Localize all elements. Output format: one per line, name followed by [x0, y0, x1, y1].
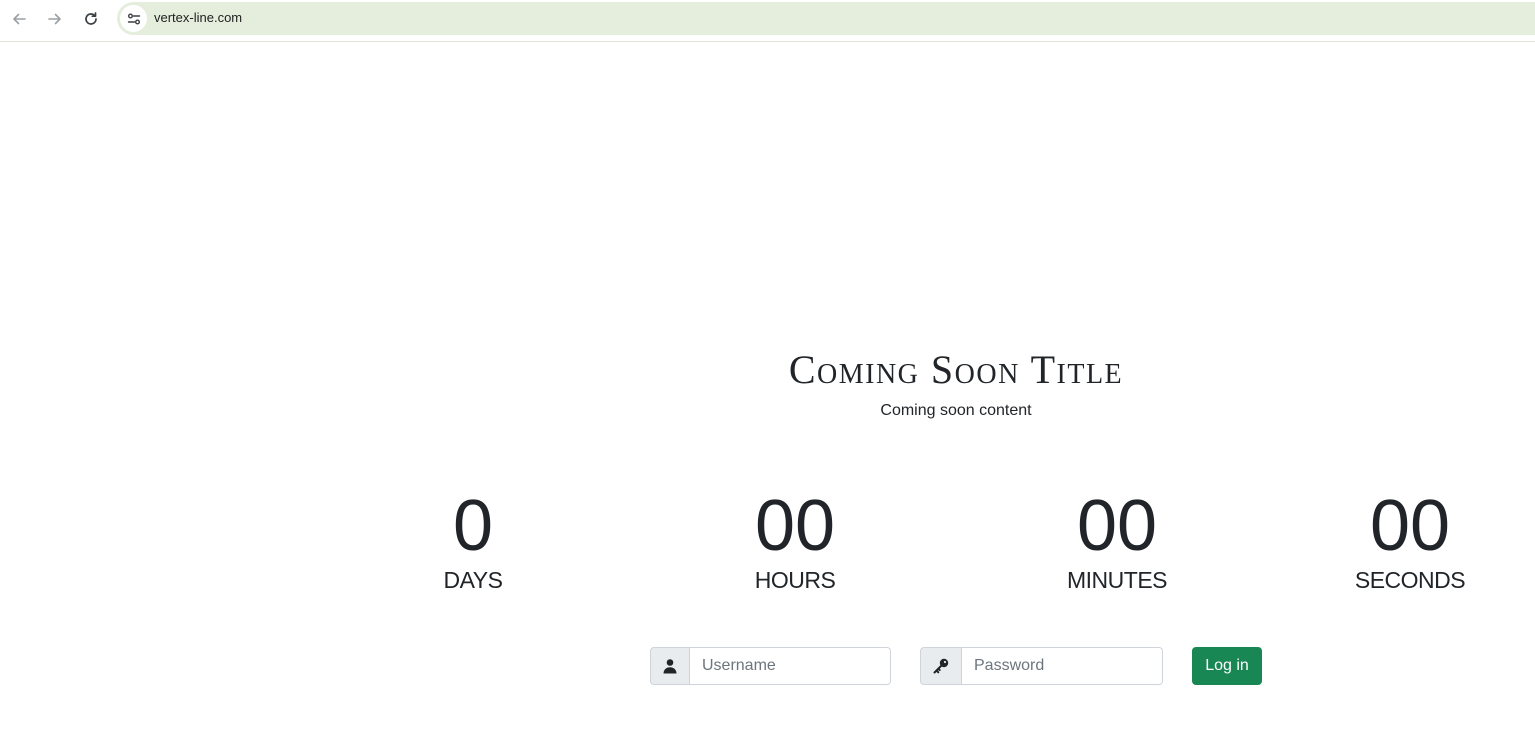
password-group [920, 647, 1163, 685]
seconds-label: SECONDS [1354, 567, 1466, 593]
back-arrow-icon[interactable] [7, 7, 31, 31]
days-value: 0 [452, 486, 494, 566]
days-label: DAYS [443, 567, 503, 593]
page-title: Coming Soon Title [788, 347, 1124, 392]
countdown-days: 0 DAYS [363, 487, 583, 594]
countdown-minutes: 00 MINUTES [1007, 487, 1227, 594]
url-text[interactable]: vertex-line.com [154, 10, 242, 26]
address-bar[interactable]: vertex-line.com [117, 2, 1535, 35]
password-input[interactable] [962, 647, 1163, 685]
site-info-icon[interactable] [120, 5, 147, 32]
key-icon [920, 647, 962, 685]
hours-label: HOURS [754, 567, 836, 593]
page-subtitle: Coming soon content [880, 402, 1032, 419]
minutes-label: MINUTES [1067, 567, 1168, 593]
browser-toolbar: vertex-line.com [0, 0, 1535, 42]
countdown-seconds: 00 SECONDS [1300, 487, 1520, 594]
login-button[interactable]: Log in [1192, 647, 1262, 685]
seconds-value: 00 [1369, 486, 1451, 566]
user-icon [650, 647, 690, 685]
reload-icon[interactable] [79, 7, 103, 31]
hours-value: 00 [754, 486, 836, 566]
minutes-value: 00 [1076, 486, 1158, 566]
forward-arrow-icon[interactable] [43, 7, 67, 31]
username-input[interactable] [690, 647, 891, 685]
username-group [650, 647, 891, 685]
countdown-hours: 00 HOURS [685, 487, 905, 594]
